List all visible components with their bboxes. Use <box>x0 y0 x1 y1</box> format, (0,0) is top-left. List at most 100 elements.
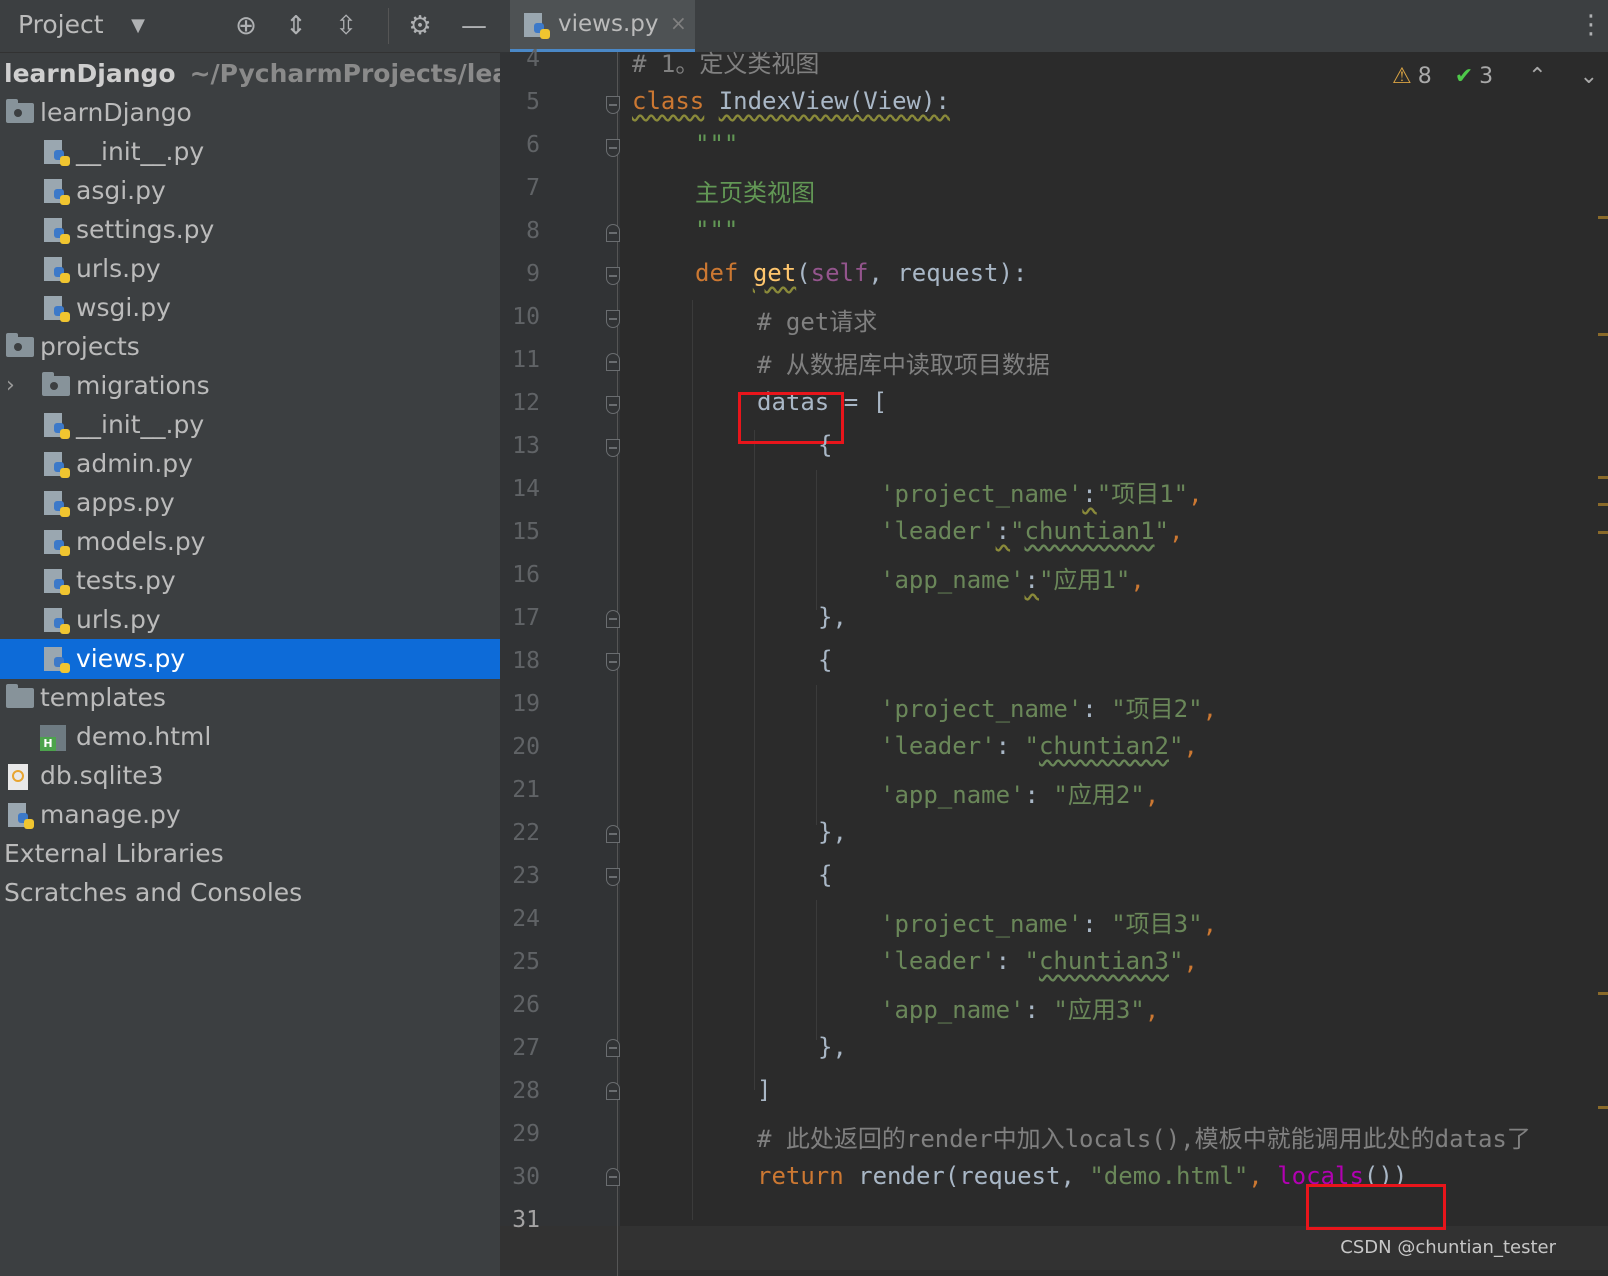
error-stripe-mark[interactable] <box>1598 333 1608 336</box>
line-number: 9 <box>526 261 540 287</box>
tree-item-scratches-and-consoles[interactable]: Scratches and Consoles <box>0 873 500 913</box>
collapse-all-icon[interactable]: ⇳ <box>328 8 364 44</box>
line-number: 8 <box>526 218 540 244</box>
previous-highlight-icon[interactable]: ⌃ <box>1528 64 1546 89</box>
python-file-icon <box>44 413 70 439</box>
tree-item-external-libraries[interactable]: External Libraries <box>0 834 500 874</box>
code-line-14[interactable]: 'project_name':"项目1", <box>880 474 1203 509</box>
code-line-13[interactable]: { <box>818 431 832 459</box>
tree-item-urls-py[interactable]: urls.py <box>0 600 500 640</box>
tree-item-admin-py[interactable]: admin.py <box>0 444 500 484</box>
python-file-icon <box>44 452 70 478</box>
more-vertical-icon[interactable]: ⋮ <box>1578 10 1604 40</box>
code-line-19[interactable]: 'project_name': "项目2", <box>880 689 1217 724</box>
string-key: 'app_name' <box>880 566 1025 594</box>
tree-item-tests-py[interactable]: tests.py <box>0 561 500 601</box>
fold-marker-icon[interactable] <box>606 310 620 328</box>
tree-item-manage-py[interactable]: manage.py <box>0 795 500 835</box>
code-line-7[interactable]: 主页类视图 <box>695 173 815 208</box>
code-line-5[interactable]: class IndexView(View): <box>632 87 950 115</box>
fold-marker-icon[interactable] <box>606 224 620 242</box>
python-file-icon <box>8 803 34 829</box>
locate-icon[interactable]: ⊕ <box>228 8 264 44</box>
code-line-11[interactable]: # 从数据库中读取项目数据 <box>757 345 1050 380</box>
tree-item-label: demo.html <box>76 722 212 751</box>
tree-item-projects-folder[interactable]: projects <box>0 327 500 367</box>
expand-all-icon[interactable]: ⇕ <box>278 8 314 44</box>
error-stripe-mark[interactable] <box>1598 476 1608 479</box>
code-line-16[interactable]: 'app_name':"应用1", <box>880 560 1145 595</box>
tree-item-apps-py[interactable]: apps.py <box>0 483 500 523</box>
string-value: "应用3" <box>1053 996 1145 1024</box>
highlight-box-locals <box>1306 1184 1446 1230</box>
fold-marker-icon[interactable] <box>606 868 620 886</box>
tree-item-migrations-folder[interactable]: › migrations <box>0 366 500 406</box>
fold-marker-icon[interactable] <box>606 139 620 157</box>
error-stripe-mark[interactable] <box>1598 216 1608 219</box>
code-token: ( <box>796 259 811 287</box>
tree-item-settings-py[interactable]: settings.py <box>0 210 500 250</box>
tree-item-db-sqlite3[interactable]: db.sqlite3 <box>0 756 500 796</box>
code-line-26[interactable]: 'app_name': "应用3", <box>880 990 1159 1025</box>
project-view-selector[interactable]: Project <box>18 10 104 39</box>
tree-root-learndjango[interactable]: learnDjango ~/PycharmProjects/learnD <box>0 54 500 94</box>
line-number: 17 <box>512 605 540 631</box>
code-line-23[interactable]: { <box>818 861 832 889</box>
fold-marker-icon[interactable] <box>606 439 620 457</box>
hide-icon[interactable]: — <box>456 8 492 44</box>
close-icon[interactable]: × <box>670 11 687 35</box>
code-line-8[interactable]: """ <box>695 216 738 244</box>
error-stripe-mark[interactable] <box>1598 503 1608 506</box>
fold-marker-icon[interactable] <box>606 1168 620 1186</box>
tree-item-templates-folder[interactable]: templates <box>0 678 500 718</box>
code-line-20[interactable]: 'leader': "chuntian2", <box>880 732 1198 760</box>
code-line-25[interactable]: 'leader': "chuntian3", <box>880 947 1198 975</box>
tree-item-wsgi-py[interactable]: wsgi.py <box>0 288 500 328</box>
tree-item-views-py[interactable]: views.py <box>0 639 500 679</box>
fold-marker-icon[interactable] <box>606 1039 620 1057</box>
code-token: : <box>995 517 1011 545</box>
code-line-22[interactable]: }, <box>818 818 847 846</box>
fold-marker-icon[interactable] <box>606 825 620 843</box>
tree-item-models-py[interactable]: models.py <box>0 522 500 562</box>
tree-item-urls-py[interactable]: urls.py <box>0 249 500 289</box>
inspections-widget[interactable]: ⚠ 8 ✔ 3 ⌃ ⌄ <box>1386 64 1598 96</box>
fold-marker-icon[interactable] <box>606 610 620 628</box>
fold-marker-icon[interactable] <box>606 267 620 285</box>
indent-guide <box>754 430 755 1090</box>
tree-item-init-py[interactable]: __init__.py <box>0 405 500 445</box>
code-line-28[interactable]: ] <box>757 1076 771 1104</box>
error-stripe-mark[interactable] <box>1598 992 1608 995</box>
tree-item-label: learnDjango <box>40 98 192 127</box>
error-stripe-mark[interactable] <box>1598 531 1608 534</box>
tree-item-init-py[interactable]: __init__.py <box>0 132 500 172</box>
code-line-29[interactable]: # 此处返回的render中加入locals(),模板中就能调用此处的datas… <box>757 1119 1531 1154</box>
fold-marker-icon[interactable] <box>606 653 620 671</box>
fold-marker-icon[interactable] <box>606 96 620 114</box>
code-line-9[interactable]: def get(self, request): <box>695 259 1027 287</box>
tree-item-learndjango-package[interactable]: learnDjango <box>0 93 500 133</box>
folder-icon <box>6 684 34 708</box>
fold-marker-icon[interactable] <box>606 1082 620 1100</box>
tree-item-label: db.sqlite3 <box>40 761 164 790</box>
tree-item-asgi-py[interactable]: asgi.py <box>0 171 500 211</box>
code-line-6[interactable]: """ <box>695 130 738 158</box>
code-line-10[interactable]: # get请求 <box>757 302 877 337</box>
keyword: class <box>632 87 705 115</box>
fold-marker-icon[interactable] <box>606 353 620 371</box>
code-line-21[interactable]: 'app_name': "应用2", <box>880 775 1159 810</box>
chevron-down-icon[interactable]: ▼ <box>120 8 156 44</box>
code-line-15[interactable]: 'leader':"chuntian1", <box>880 517 1183 545</box>
code-line-17[interactable]: }, <box>818 603 847 631</box>
code-line-4[interactable]: # 1。定义类视图 <box>632 44 819 79</box>
code-line-24[interactable]: 'project_name': "项目3", <box>880 904 1217 939</box>
chevron-right-icon[interactable]: › <box>6 366 15 406</box>
gear-icon[interactable]: ⚙ <box>402 8 438 44</box>
next-highlight-icon[interactable]: ⌄ <box>1580 64 1598 89</box>
fold-marker-icon[interactable] <box>606 396 620 414</box>
code-token: : <box>1024 996 1054 1024</box>
tree-item-demo-html[interactable]: H demo.html <box>0 717 500 757</box>
code-line-27[interactable]: }, <box>818 1033 847 1061</box>
code-line-18[interactable]: { <box>818 646 832 674</box>
error-stripe-mark[interactable] <box>1598 1106 1608 1109</box>
